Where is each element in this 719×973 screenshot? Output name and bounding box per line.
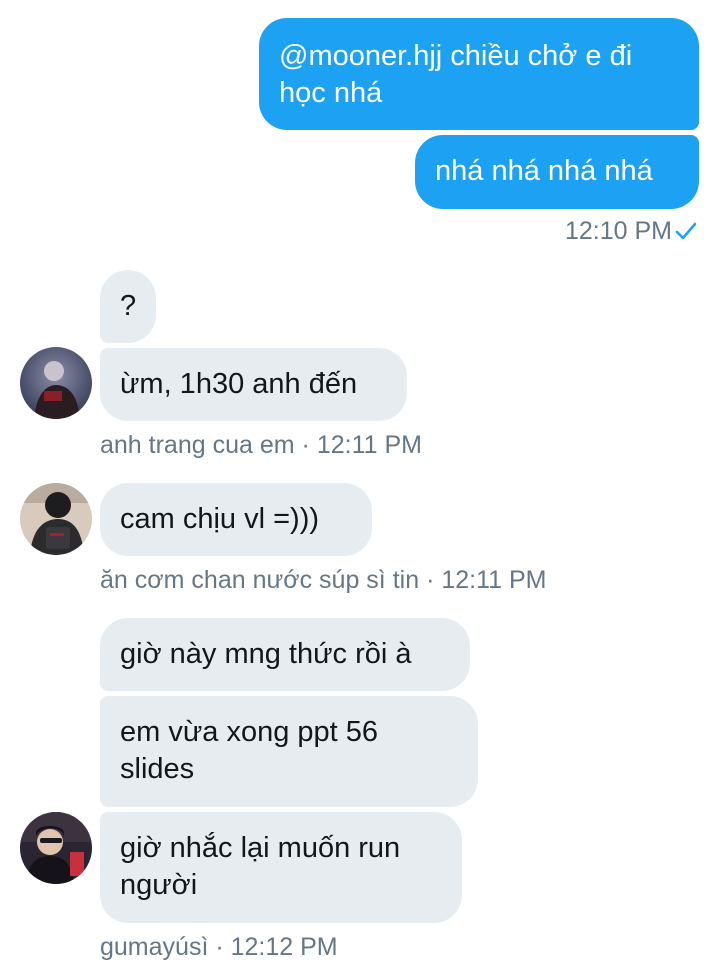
message-time: 12:11 PM	[316, 431, 422, 459]
sender-name: gumayúsì	[100, 933, 209, 961]
received-message-bubble[interactable]: giờ này mng thức rồi à	[100, 618, 470, 691]
avatar[interactable]	[20, 347, 92, 419]
checkmark-icon	[675, 218, 697, 248]
received-message-meta: gumayúsì · 12:12 PM	[100, 932, 338, 962]
received-message-text: cam chịu vl =)))	[120, 503, 320, 535]
sent-message-text: @mooner.hjj chiều chở e đi học nhá	[279, 40, 633, 109]
message-time: 12:11 PM	[441, 566, 547, 594]
received-message-text: ừm, 1h30 anh đến	[120, 368, 358, 400]
sent-message-bubble[interactable]: nhá nhá nhá nhá	[415, 135, 699, 209]
received-message-bubble[interactable]: cam chịu vl =)))	[100, 483, 372, 556]
received-message-text: giờ nhắc lại muốn run người	[120, 832, 401, 901]
received-message-text: em vừa xong ppt 56 slides	[120, 716, 379, 785]
received-message-bubble[interactable]: giờ nhắc lại muốn run người	[100, 812, 462, 923]
received-message-meta: anh trang cua em · 12:11 PM	[100, 430, 422, 460]
sender-name: ăn cơm chan nước súp sì tin	[100, 566, 420, 594]
received-message-bubble[interactable]: ừm, 1h30 anh đến	[100, 348, 407, 421]
received-message-bubble[interactable]: ?	[100, 270, 156, 343]
received-message-text: ?	[120, 290, 137, 322]
meta-separator: ·	[426, 566, 435, 594]
meta-separator: ·	[215, 933, 224, 961]
avatar[interactable]	[20, 483, 92, 555]
sent-message-meta: 12:10 PM	[565, 216, 697, 248]
sent-message-time: 12:10 PM	[564, 217, 672, 245]
sender-name: anh trang cua em	[100, 431, 295, 459]
received-message-bubble[interactable]: em vừa xong ppt 56 slides	[100, 696, 478, 807]
meta-separator: ·	[301, 431, 310, 459]
received-message-text: giờ này mng thức rồi à	[120, 638, 412, 670]
sent-message-text: nhá nhá nhá nhá	[435, 155, 653, 187]
message-time: 12:12 PM	[230, 933, 338, 961]
avatar[interactable]	[20, 812, 92, 884]
received-message-meta: ăn cơm chan nước súp sì tin · 12:11 PM	[100, 565, 547, 595]
sent-message-bubble[interactable]: @mooner.hjj chiều chở e đi học nhá	[259, 18, 699, 130]
